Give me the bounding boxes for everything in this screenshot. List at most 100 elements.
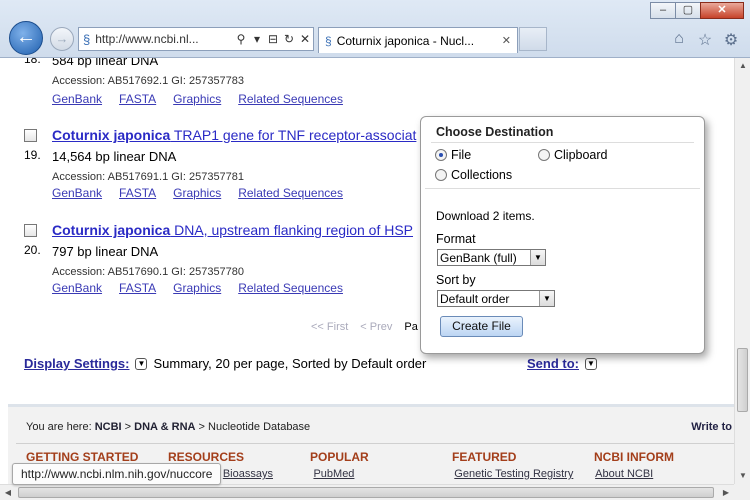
- ncbi-favicon-icon: §: [83, 31, 91, 47]
- sort-by-label: Sort by: [436, 273, 476, 287]
- address-bar[interactable]: § http://www.ncbi.nl... ⚲ ▾ ⊟ ↻ ✕: [78, 27, 314, 51]
- radio-file[interactable]: File: [435, 148, 471, 162]
- genbank-link[interactable]: GenBank: [52, 281, 102, 295]
- tab-close-icon[interactable]: ✕: [502, 34, 511, 47]
- related-sequences-link[interactable]: Related Sequences: [238, 281, 343, 295]
- popup-divider: [431, 142, 694, 143]
- result-title-organism: Coturnix japonica: [52, 127, 171, 143]
- vertical-scroll-thumb[interactable]: [737, 348, 748, 412]
- arrow-left-icon: ←: [16, 26, 36, 48]
- back-button[interactable]: ←: [9, 21, 43, 55]
- minimize-button[interactable]: ‒: [650, 2, 676, 19]
- chevron-down-icon[interactable]: ▼: [539, 291, 554, 306]
- footer-heading-resources: RESOURCES: [168, 450, 245, 464]
- breadcrumb-dna-rna[interactable]: DNA & RNA: [134, 421, 195, 433]
- pager: << First < Prev Pa: [311, 321, 418, 333]
- sort-by-select-value: Default order: [440, 291, 510, 306]
- result-checkbox[interactable]: [24, 129, 37, 142]
- footer-link-pubmed[interactable]: PubMed: [313, 468, 454, 480]
- horizontal-scroll-thumb[interactable]: [18, 487, 714, 498]
- popup-title: Choose Destination: [436, 125, 554, 139]
- format-select[interactable]: GenBank (full) ▼: [437, 249, 546, 266]
- result-checkbox[interactable]: [24, 224, 37, 237]
- radio-clipboard-label: Clipboard: [554, 148, 608, 162]
- breadcrumb-separator: >: [124, 421, 132, 433]
- genbank-link[interactable]: GenBank: [52, 92, 102, 106]
- breadcrumb: You are here: NCBI > DNA & RNA > Nucleot…: [26, 421, 310, 433]
- graphics-link[interactable]: Graphics: [173, 281, 221, 295]
- browser-chrome: ‒ ▢ ✕ ← → § http://www.ncbi.nl... ⚲ ▾ ⊟ …: [0, 0, 750, 58]
- forward-button[interactable]: →: [50, 27, 74, 51]
- sort-by-select[interactable]: Default order ▼: [437, 290, 555, 307]
- address-url[interactable]: http://www.ncbi.nl...: [95, 32, 233, 46]
- footer-link-genetic-testing-registry[interactable]: Genetic Testing Registry: [454, 468, 595, 480]
- result-size: 14,564 bp linear DNA: [52, 149, 177, 164]
- scroll-left-icon[interactable]: ◀: [0, 485, 16, 500]
- tab-title: Coturnix japonica - Nucl...: [336, 33, 475, 48]
- result-item-18: 18. 584 bp linear DNA Accession: AB51769…: [24, 58, 724, 112]
- maximize-button[interactable]: ▢: [675, 2, 701, 19]
- browser-tab-active[interactable]: § Coturnix japonica - Nucl... ✕: [318, 27, 518, 53]
- favorites-star-icon[interactable]: ☆: [696, 30, 714, 50]
- result-links: GenBank FASTA Graphics Related Sequences: [52, 92, 343, 106]
- scroll-right-icon[interactable]: ▶: [718, 485, 734, 500]
- horizontal-scrollbar[interactable]: ◀ ▶: [0, 484, 734, 500]
- footer-heading-ncbi-info: NCBI INFORM: [594, 450, 674, 464]
- breadcrumb-ncbi[interactable]: NCBI: [95, 421, 122, 433]
- radio-unselected-icon[interactable]: [435, 169, 447, 181]
- new-tab-button[interactable]: [519, 27, 547, 51]
- send-to-link[interactable]: Send to:: [527, 356, 579, 371]
- footer-link-about-ncbi[interactable]: About NCBI: [595, 468, 734, 480]
- scroll-up-icon[interactable]: ▲: [735, 58, 750, 74]
- display-settings-link[interactable]: Display Settings:: [24, 356, 129, 371]
- footer-headings: GETTING STARTED RESOURCES POPULAR FEATUR…: [26, 450, 734, 464]
- fasta-link[interactable]: FASTA: [119, 281, 156, 295]
- prev-page-link[interactable]: < Prev: [360, 321, 392, 333]
- stop-icon[interactable]: ✕: [297, 32, 313, 46]
- radio-unselected-icon[interactable]: [538, 149, 550, 161]
- refresh-icon[interactable]: ↻: [281, 32, 297, 46]
- genbank-link[interactable]: GenBank: [52, 186, 102, 200]
- vertical-scrollbar[interactable]: ▲ ▼: [734, 58, 750, 484]
- search-icon[interactable]: ⚲: [233, 32, 249, 46]
- close-window-button[interactable]: ✕: [700, 2, 744, 19]
- arrow-right-icon: →: [55, 31, 69, 46]
- dropdown-icon[interactable]: ▾: [249, 32, 265, 46]
- result-title-link[interactable]: Coturnix japonica DNA, upstream flanking…: [52, 222, 452, 238]
- related-sequences-link[interactable]: Related Sequences: [238, 186, 343, 200]
- result-number: 19.: [24, 148, 41, 162]
- chevron-down-icon[interactable]: ▼: [585, 357, 597, 370]
- radio-collections-label: Collections: [451, 168, 513, 182]
- chevron-down-icon[interactable]: ▼: [530, 250, 545, 265]
- status-url-tooltip: http://www.ncbi.nlm.nih.gov/nuccore: [12, 463, 222, 485]
- fasta-link[interactable]: FASTA: [119, 186, 156, 200]
- result-accession: Accession: AB517690.1 GI: 257357780: [52, 266, 245, 278]
- send-to-control[interactable]: Send to: ▼: [527, 356, 603, 371]
- result-title-rest: DNA, upstream flanking region of HSP: [170, 222, 414, 238]
- radio-collections[interactable]: Collections: [435, 168, 512, 182]
- write-to-link[interactable]: Write to: [691, 421, 732, 433]
- radio-selected-icon[interactable]: [435, 149, 447, 161]
- related-sequences-link[interactable]: Related Sequences: [238, 92, 343, 106]
- create-file-button[interactable]: Create File: [440, 316, 523, 337]
- result-title-link[interactable]: Coturnix japonica TRAP1 gene for TNF rec…: [52, 127, 452, 143]
- result-size: 584 bp linear DNA: [52, 58, 159, 68]
- display-summary: Summary, 20 per page, Sorted by Default …: [153, 356, 427, 371]
- radio-clipboard[interactable]: Clipboard: [538, 148, 608, 162]
- graphics-link[interactable]: Graphics: [173, 186, 221, 200]
- fasta-link[interactable]: FASTA: [119, 92, 156, 106]
- gear-icon[interactable]: ⚙: [722, 30, 740, 50]
- chevron-down-icon[interactable]: ▼: [135, 357, 148, 370]
- breadcrumb-prefix: You are here:: [26, 421, 92, 433]
- result-links: GenBank FASTA Graphics Related Sequences: [52, 186, 343, 200]
- home-icon[interactable]: ⌂: [670, 30, 688, 50]
- scroll-down-icon[interactable]: ▼: [735, 468, 750, 484]
- footer-heading-featured: FEATURED: [452, 450, 517, 464]
- compatibility-view-icon[interactable]: ⊟: [265, 32, 281, 46]
- footer-heading-popular: POPULAR: [310, 450, 369, 464]
- first-page-link[interactable]: << First: [311, 321, 348, 333]
- result-number: 18.: [24, 58, 41, 66]
- resize-grip[interactable]: [734, 484, 750, 500]
- popup-divider: [425, 188, 700, 189]
- graphics-link[interactable]: Graphics: [173, 92, 221, 106]
